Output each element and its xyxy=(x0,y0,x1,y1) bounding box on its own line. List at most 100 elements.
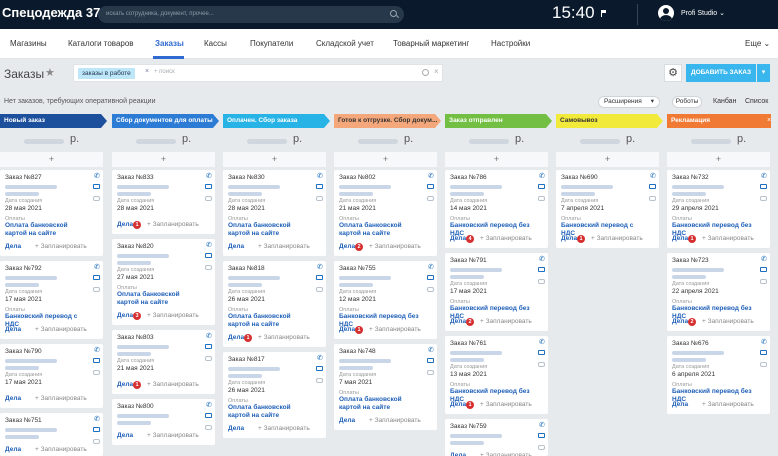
comment-icon[interactable] xyxy=(205,425,212,430)
order-card[interactable]: Заказ №791 ✆ Дата создания 17 мая 2021 Оплат… xyxy=(445,253,548,331)
mail-icon[interactable] xyxy=(316,184,323,189)
deals-link[interactable]: Дела xyxy=(339,417,355,424)
stage-header[interactable]: Самовывоз xyxy=(556,114,663,128)
order-card[interactable]: Заказ №830 ✆ Дата создания 28 мая 2021 Оплат… xyxy=(223,170,326,256)
order-card[interactable]: Заказ №732 ✆ Дата создания 29 апреля 2021 Оп… xyxy=(667,170,770,248)
schedule-button[interactable]: + Запланировать xyxy=(35,243,87,250)
nav-item-cash[interactable]: Кассы xyxy=(204,39,227,48)
nav-item-customers[interactable]: Покупатели xyxy=(250,39,293,48)
order-card[interactable]: Заказ №790 ✆ Дата создания 17 мая 2021 Дела +… xyxy=(0,344,103,408)
comment-icon[interactable] xyxy=(427,196,434,201)
phone-icon[interactable]: ✆ xyxy=(428,346,434,354)
deals-link[interactable]: Дела xyxy=(672,318,688,325)
order-number[interactable]: Заказ №755 xyxy=(339,265,376,272)
avatar[interactable] xyxy=(658,5,674,21)
phone-icon[interactable]: ✆ xyxy=(539,338,545,346)
view-kanban-tab[interactable]: Канбан xyxy=(713,98,736,105)
payment-method-link[interactable]: Оплата банковской картой на сайте xyxy=(228,313,308,329)
comment-icon[interactable] xyxy=(538,362,545,367)
phone-icon[interactable]: ✆ xyxy=(317,263,323,271)
nav-item-settings[interactable]: Настройки xyxy=(491,39,530,48)
mail-icon[interactable] xyxy=(93,358,100,363)
deals-link[interactable]: Дела xyxy=(450,235,466,242)
order-number[interactable]: Заказ №800 xyxy=(117,403,154,410)
order-number[interactable]: Заказ №761 xyxy=(450,340,487,347)
order-card[interactable]: Заказ №748 ✆ Дата создания 7 мая 2021 Оплаты… xyxy=(334,344,437,430)
mail-icon[interactable] xyxy=(760,267,767,272)
schedule-button[interactable]: + Запланировать xyxy=(35,395,87,402)
nav-more-button[interactable]: Еще ⌄ xyxy=(745,39,770,48)
filter-chip[interactable]: заказы в работе xyxy=(78,68,135,79)
stage-header[interactable]: Заказ отправлен xyxy=(445,114,552,128)
comment-icon[interactable] xyxy=(93,287,100,292)
comment-icon[interactable] xyxy=(93,439,100,444)
comment-icon[interactable] xyxy=(649,196,656,201)
deals-link[interactable]: Дела xyxy=(339,243,355,250)
add-card-button[interactable]: + xyxy=(667,152,770,167)
close-icon[interactable]: × xyxy=(767,114,771,128)
schedule-button[interactable]: + Запланировать xyxy=(369,326,421,333)
phone-icon[interactable]: ✆ xyxy=(761,255,767,263)
order-number[interactable]: Заказ №817 xyxy=(228,356,265,363)
comment-icon[interactable] xyxy=(760,362,767,367)
schedule-button[interactable]: + Запланировать xyxy=(147,381,199,388)
schedule-button[interactable]: + Запланировать xyxy=(258,243,310,250)
mail-icon[interactable] xyxy=(649,184,656,189)
payment-method-link[interactable]: Оплата банковской картой на сайте xyxy=(228,404,308,420)
phone-icon[interactable]: ✆ xyxy=(206,332,212,340)
order-number[interactable]: Заказ №792 xyxy=(5,265,42,272)
deals-link[interactable]: Дела xyxy=(5,446,21,453)
phone-icon[interactable]: ✆ xyxy=(94,263,100,271)
order-number[interactable]: Заказ №827 xyxy=(5,174,42,181)
schedule-button[interactable]: + Запланировать xyxy=(702,318,754,325)
phone-icon[interactable]: ✆ xyxy=(650,172,656,180)
mail-icon[interactable] xyxy=(427,184,434,189)
schedule-button[interactable]: + Запланировать xyxy=(147,312,199,319)
order-card[interactable]: Заказ №755 ✆ Дата создания 12 мая 2021 Оплат… xyxy=(334,261,437,339)
order-number[interactable]: Заказ №676 xyxy=(672,340,709,347)
add-card-button[interactable]: + xyxy=(0,152,103,167)
schedule-button[interactable]: + Запланировать xyxy=(258,425,310,432)
order-card[interactable]: Заказ №723 ✆ Дата создания 22 апреля 2021 Оп… xyxy=(667,253,770,331)
mail-icon[interactable] xyxy=(205,253,212,258)
order-number[interactable]: Заказ №723 xyxy=(672,257,709,264)
comment-icon[interactable] xyxy=(93,196,100,201)
mail-icon[interactable] xyxy=(316,275,323,280)
order-card[interactable]: Заказ №827 ✆ Дата создания 28 мая 2021 Оплат… xyxy=(0,170,103,256)
order-number[interactable]: Заказ №732 xyxy=(672,174,709,181)
order-card[interactable]: Заказ №761 ✆ Дата создания 13 мая 2021 Оплат… xyxy=(445,336,548,414)
phone-icon[interactable]: ✆ xyxy=(206,401,212,409)
order-number[interactable]: Заказ №759 xyxy=(450,423,487,430)
phone-icon[interactable]: ✆ xyxy=(317,354,323,362)
phone-icon[interactable]: ✆ xyxy=(761,172,767,180)
mail-icon[interactable] xyxy=(205,344,212,349)
comment-icon[interactable] xyxy=(760,196,767,201)
deals-link[interactable]: Дела xyxy=(117,381,133,388)
mail-icon[interactable] xyxy=(538,433,545,438)
order-card[interactable]: Заказ №690 ✆ Дата создания 7 апреля 2021 Опл… xyxy=(556,170,659,248)
stage-header[interactable]: Новый заказ xyxy=(0,114,107,128)
nav-item-catalogs[interactable]: Каталоги товаров xyxy=(68,39,134,48)
deals-link[interactable]: Дела xyxy=(5,243,21,250)
mail-icon[interactable] xyxy=(93,427,100,432)
app-title[interactable]: Спецодежда 37 xyxy=(2,5,100,20)
nav-item-marketing[interactable]: Товарный маркетинг xyxy=(393,39,469,48)
schedule-button[interactable]: + Запланировать xyxy=(591,235,643,242)
order-card[interactable]: Заказ №800 ✆ Дела + Запланировать xyxy=(112,399,215,445)
mail-icon[interactable] xyxy=(427,358,434,363)
mail-icon[interactable] xyxy=(93,184,100,189)
deals-link[interactable]: Дела xyxy=(450,401,466,408)
search-icon[interactable] xyxy=(390,10,397,17)
order-card[interactable]: Заказ №759 ✆ Дела + Запланировать xyxy=(445,419,548,456)
schedule-button[interactable]: + Запланировать xyxy=(480,452,532,456)
deals-link[interactable]: Дела xyxy=(117,432,133,439)
payment-method-link[interactable]: Оплата банковской картой на сайте xyxy=(339,222,419,238)
add-card-button[interactable]: + xyxy=(445,152,548,167)
order-number[interactable]: Заказ №751 xyxy=(5,417,42,424)
add-card-button[interactable]: + xyxy=(223,152,326,167)
comment-icon[interactable] xyxy=(93,370,100,375)
phone-icon[interactable]: ✆ xyxy=(94,172,100,180)
order-number[interactable]: Заказ №748 xyxy=(339,348,376,355)
order-number[interactable]: Заказ №786 xyxy=(450,174,487,181)
comment-icon[interactable] xyxy=(205,356,212,361)
